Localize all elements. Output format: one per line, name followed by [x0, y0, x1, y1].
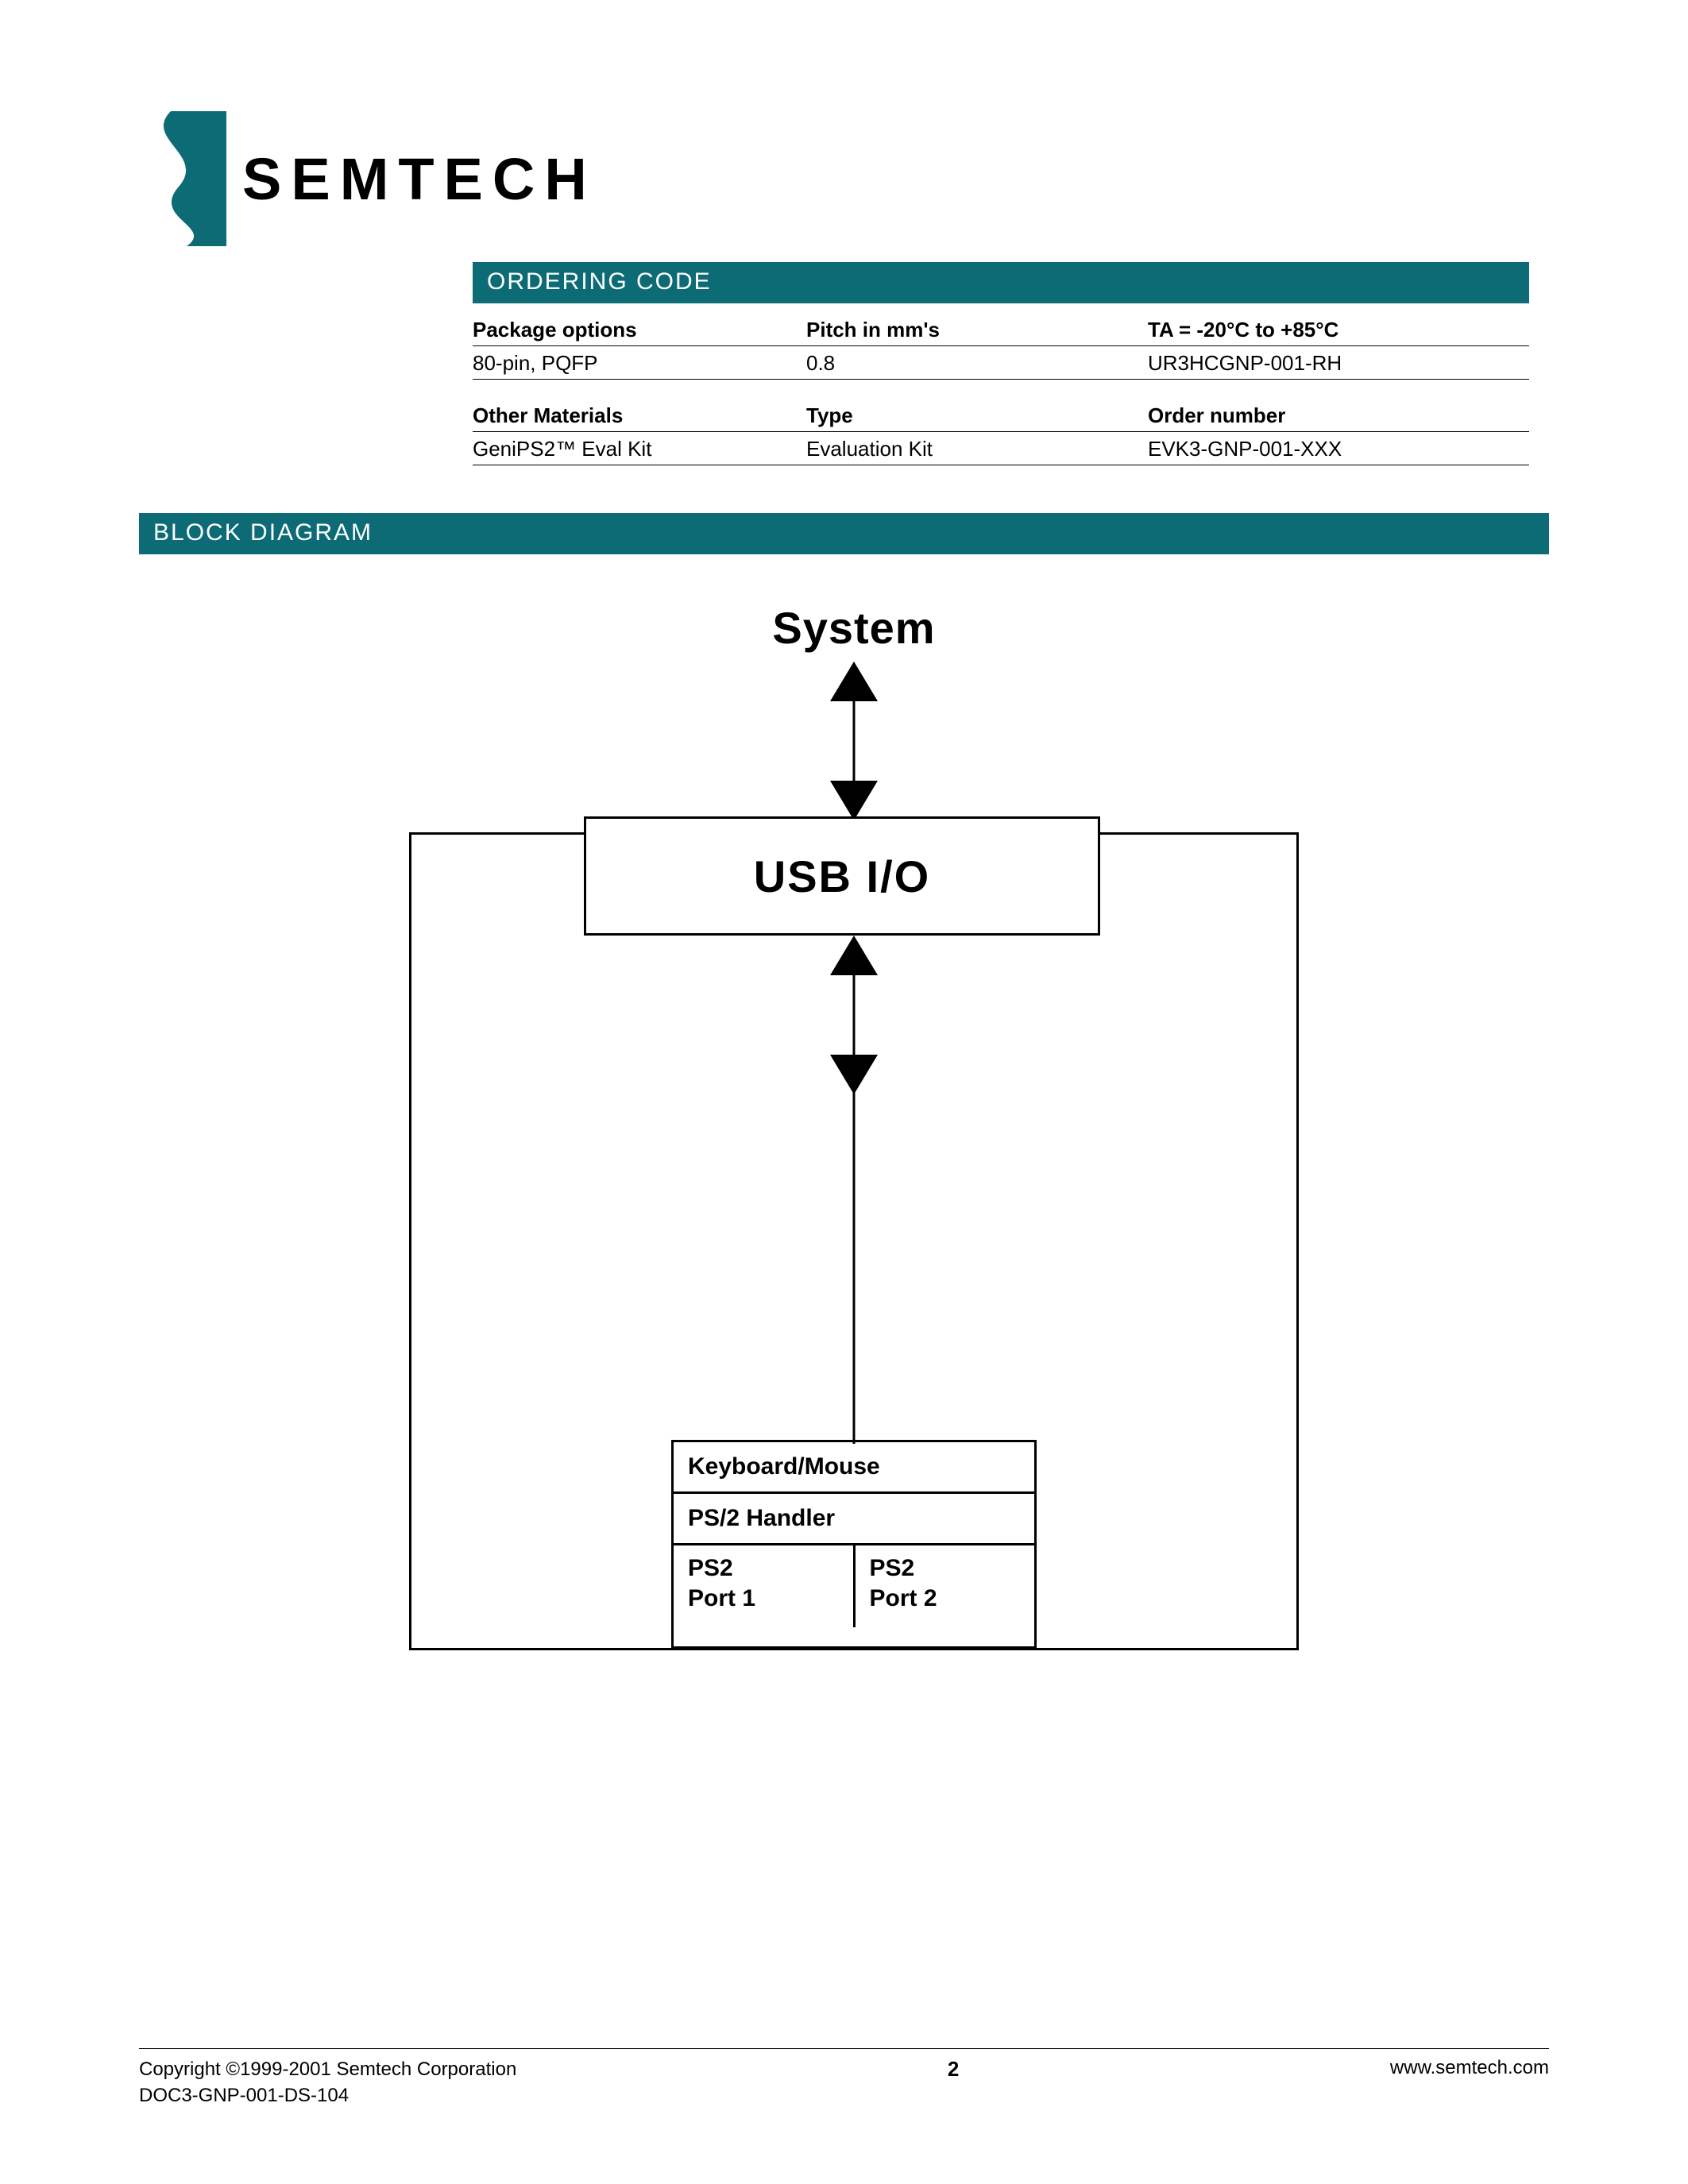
doc-number: DOC3-GNP-001-DS-104: [139, 2083, 516, 2109]
page-number: 2: [948, 2057, 959, 2082]
usb-io-block: USB I/O: [584, 816, 1100, 936]
ordering-code-title: ORDERING CODE: [473, 262, 1529, 303]
col-header: TA = -20°C to +85°C: [1148, 318, 1529, 342]
kb-label-1: Keyboard/Mouse: [674, 1442, 1034, 1494]
port-label: Port 2: [870, 1585, 937, 1611]
col-header: Other Materials: [473, 403, 806, 428]
bidirectional-arrow-icon: [826, 936, 882, 1444]
port-label: PS2: [870, 1555, 915, 1581]
port-label: PS2: [688, 1555, 733, 1581]
header-logo: SEMTECH: [139, 111, 1549, 246]
copyright-text: Copyright ©1999-2001 Semtech Corporation: [139, 2057, 516, 2082]
bidirectional-arrow-icon: [826, 662, 882, 820]
ordering-table: Package options Pitch in mm's TA = -20°C…: [473, 313, 1529, 465]
cell: GeniPS2™ Eval Kit: [473, 437, 806, 461]
footer-url: www.semtech.com: [1390, 2057, 1549, 2079]
col-header: Package options: [473, 318, 806, 342]
port-label: Port 1: [688, 1585, 755, 1611]
ports-row: PS2 Port 1 PS2 Port 2: [674, 1545, 1034, 1627]
table-row: GeniPS2™ Eval Kit Evaluation Kit EVK3-GN…: [473, 432, 1529, 465]
table-header-row: Package options Pitch in mm's TA = -20°C…: [473, 313, 1529, 346]
col-header: Type: [806, 403, 1148, 428]
block-diagram: System USB I/O Keyboard/Mouse PS/2 Handl…: [377, 602, 1331, 1714]
table-row: 80-pin, PQFP 0.8 UR3HCGNP-001-RH: [473, 346, 1529, 380]
cell: 0.8: [806, 351, 1148, 376]
cell: Evaluation Kit: [806, 437, 1148, 461]
ps2-port-1: PS2 Port 1: [674, 1545, 856, 1627]
cell: EVK3-GNP-001-XXX: [1148, 437, 1529, 461]
col-header: Pitch in mm's: [806, 318, 1148, 342]
block-diagram-section: BLOCK DIAGRAM System USB I/O Keyboard/Mo…: [139, 513, 1549, 1714]
col-header: Order number: [1148, 403, 1529, 428]
kb-label-2: PS/2 Handler: [674, 1494, 1034, 1545]
ordering-code-section: ORDERING CODE Package options Pitch in m…: [473, 262, 1529, 465]
system-label: System: [377, 602, 1331, 654]
semtech-logo-icon: [139, 111, 226, 246]
cell: UR3HCGNP-001-RH: [1148, 351, 1529, 376]
spacer-row: [473, 380, 1529, 399]
cell: 80-pin, PQFP: [473, 351, 806, 376]
ps2-port-2: PS2 Port 2: [856, 1545, 1035, 1627]
page-footer: Copyright ©1999-2001 Semtech Corporation…: [139, 2048, 1549, 2109]
ps2-handler-block: Keyboard/Mouse PS/2 Handler PS2 Port 1 P…: [671, 1440, 1037, 1649]
brand-name: SEMTECH: [242, 145, 597, 213]
block-diagram-title: BLOCK DIAGRAM: [139, 513, 1549, 554]
table-header-row: Other Materials Type Order number: [473, 399, 1529, 432]
